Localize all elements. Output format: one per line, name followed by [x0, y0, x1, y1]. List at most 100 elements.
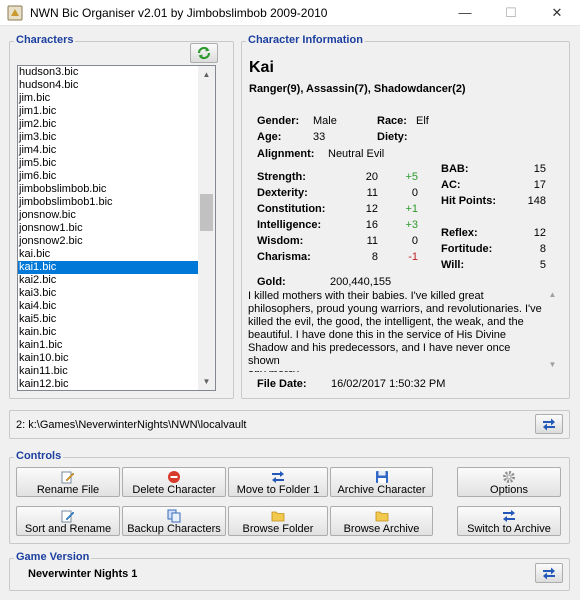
- description-line: Shadow and his predecessors, and I have …: [248, 342, 511, 367]
- maximize-button[interactable]: ☐: [488, 0, 534, 26]
- archive-character-button[interactable]: Archive Character: [330, 467, 433, 497]
- file-date-value: 16/02/2017 1:50:32 PM: [331, 378, 446, 390]
- vault-path-text: 2: k:\Games\NeverwinterNights\NWN\localv…: [16, 419, 247, 431]
- ability-modifier: +1: [405, 203, 418, 215]
- age-value: 33: [313, 131, 326, 143]
- switch-game-version-button[interactable]: [535, 563, 563, 583]
- list-item[interactable]: kai5.bic: [18, 313, 200, 326]
- save-label: Will:: [441, 259, 465, 271]
- window-title: NWN Bic Organiser v2.01 by Jimbobslimbob…: [30, 6, 328, 20]
- browse-archive-button[interactable]: Browse Archive: [330, 506, 433, 536]
- ability-modifier: 0: [411, 235, 418, 247]
- ability-modifier: +5: [405, 171, 418, 183]
- switch-to-archive-label: Switch to Archive: [467, 523, 551, 535]
- list-item[interactable]: jimbobslimbob.bic: [18, 183, 200, 196]
- combat-stat-label: BAB:: [441, 163, 469, 175]
- ability-label: Intelligence:: [257, 219, 322, 231]
- save-label: Fortitude:: [441, 243, 493, 255]
- list-item[interactable]: kai2.bic: [18, 274, 200, 287]
- save-value: 8: [539, 243, 546, 255]
- list-item[interactable]: jonsnow.bic: [18, 209, 200, 222]
- combat-stat-value: 17: [533, 179, 546, 191]
- list-item[interactable]: jim.bic: [18, 92, 200, 105]
- character-list-scrollbar[interactable]: ▲ ▼: [198, 66, 215, 390]
- scroll-thumb[interactable]: [200, 194, 213, 231]
- alignment-label: Alignment:: [257, 148, 315, 160]
- description-line: killed the evil, the good, the intellige…: [248, 316, 524, 328]
- alignment-value: Neutral Evil: [328, 148, 385, 160]
- rename-file-button[interactable]: Rename File: [16, 467, 120, 497]
- list-item[interactable]: jim3.bic: [18, 131, 200, 144]
- controls-legend: Controls: [14, 450, 64, 462]
- list-item[interactable]: kai1.bic: [18, 261, 200, 274]
- title-bar: NWN Bic Organiser v2.01 by Jimbobslimbob…: [0, 0, 580, 26]
- ability-label: Strength:: [257, 171, 306, 183]
- list-item[interactable]: jim6.bic: [18, 170, 200, 183]
- delete-character-button[interactable]: Delete Character: [122, 467, 226, 497]
- ability-score: 11: [366, 187, 378, 199]
- list-item[interactable]: kai3.bic: [18, 287, 200, 300]
- description-scrollbar[interactable]: ▲ ▼: [544, 290, 561, 372]
- minimize-button[interactable]: —: [442, 0, 488, 26]
- move-arrows-icon: [272, 471, 284, 483]
- gender-value: Male: [313, 115, 337, 127]
- switch-to-archive-button[interactable]: Switch to Archive: [457, 506, 561, 536]
- list-item[interactable]: kain.bic: [18, 326, 200, 339]
- scroll-up-arrow-icon[interactable]: ▲: [198, 66, 215, 83]
- options-button[interactable]: Options: [457, 467, 561, 497]
- game-version-legend: Game Version: [14, 551, 92, 563]
- refresh-characters-button[interactable]: [190, 43, 218, 63]
- gender-label: Gender:: [257, 115, 300, 127]
- ability-score: 11: [366, 235, 378, 247]
- close-button[interactable]: ✕: [534, 0, 580, 26]
- list-item[interactable]: kain1.bic: [18, 339, 200, 352]
- desc-scroll-up-icon[interactable]: ▲: [544, 290, 561, 299]
- desc-scroll-down-icon[interactable]: ▼: [544, 360, 561, 369]
- list-item[interactable]: kain10.bic: [18, 352, 200, 365]
- swap-version-icon: [543, 567, 555, 580]
- character-name: Kai: [249, 59, 274, 76]
- gear-icon: [503, 471, 515, 483]
- move-to-folder-button[interactable]: Move to Folder 1: [228, 467, 328, 497]
- options-label: Options: [490, 484, 528, 496]
- list-item[interactable]: kai.bic: [18, 248, 200, 261]
- list-item[interactable]: jim5.bic: [18, 157, 200, 170]
- browse-folder-label: Browse Folder: [242, 523, 314, 535]
- list-item[interactable]: jonsnow2.bic: [18, 235, 200, 248]
- gold-value: 200,440,155: [330, 276, 392, 288]
- browse-folder-button[interactable]: Browse Folder: [228, 506, 328, 536]
- description-line: philosophers, proud young warriors, and …: [248, 303, 542, 315]
- description-line: any mercy.: [248, 368, 544, 372]
- list-item[interactable]: jim1.bic: [18, 105, 200, 118]
- switch-vault-button[interactable]: [535, 414, 563, 434]
- sort-and-rename-label: Sort and Rename: [24, 523, 112, 535]
- scroll-down-arrow-icon[interactable]: ▼: [198, 373, 215, 390]
- race-value: Elf: [416, 115, 429, 127]
- combat-stat-value: 148: [527, 195, 546, 207]
- backup-characters-button[interactable]: Backup Characters: [122, 506, 226, 536]
- character-description[interactable]: I killed mothers with their babies. I've…: [248, 290, 544, 372]
- list-item[interactable]: hudson3.bic: [18, 66, 200, 79]
- ability-modifier: +3: [405, 219, 418, 231]
- character-listbox[interactable]: hudson3.bic hudson4.bic jim.bic jim1.bic jim…: [17, 65, 216, 391]
- sort-rename-icon: [61, 510, 75, 523]
- swap-arrows-icon: [543, 418, 555, 431]
- list-item[interactable]: jimbobslimbob1.bic: [18, 196, 200, 209]
- combat-stat-value: 15: [533, 163, 546, 175]
- character-classes: Ranger(9), Assassin(7), Shadowdancer(2): [249, 83, 466, 95]
- switch-arrows-icon: [503, 510, 515, 522]
- character-info-legend: Character Information: [246, 34, 365, 46]
- sort-and-rename-button[interactable]: Sort and Rename: [16, 506, 120, 536]
- list-item[interactable]: jim4.bic: [18, 144, 200, 157]
- list-item[interactable]: jim2.bic: [18, 118, 200, 131]
- list-item[interactable]: jonsnow1.bic: [18, 222, 200, 235]
- list-item[interactable]: kain11.bic: [18, 365, 200, 378]
- list-item[interactable]: hudson4.bic: [18, 79, 200, 92]
- list-item[interactable]: kain12.bic: [18, 378, 200, 390]
- race-label: Race:: [377, 115, 407, 127]
- ability-score: 12: [365, 203, 378, 215]
- archive-folder-icon: [375, 511, 388, 522]
- characters-legend: Characters: [14, 34, 76, 46]
- list-item[interactable]: kai4.bic: [18, 300, 200, 313]
- ability-label: Wisdom:: [257, 235, 304, 247]
